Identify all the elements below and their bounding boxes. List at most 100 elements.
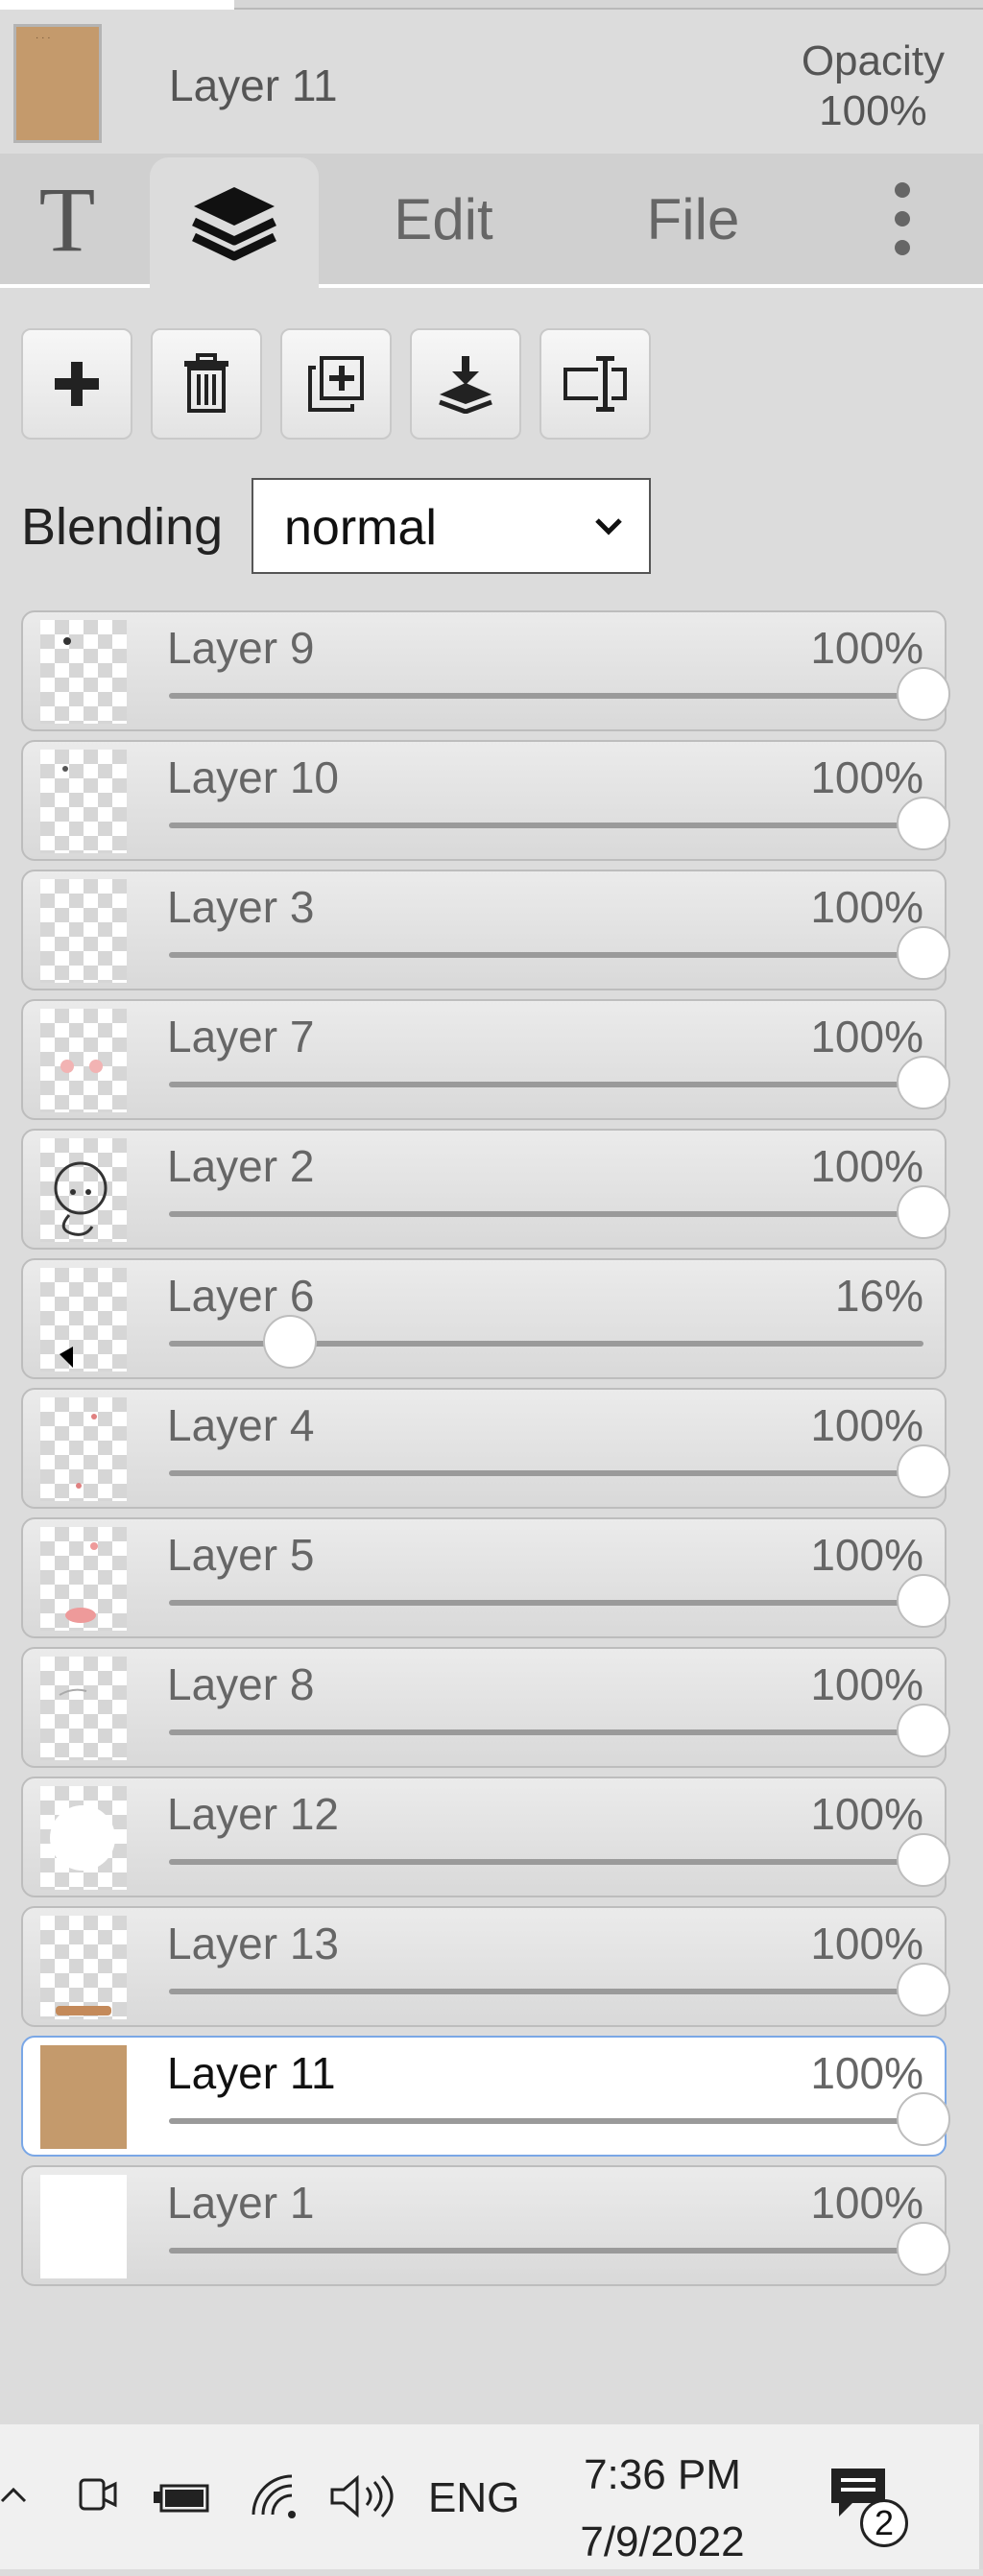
opacity-value: 100% [819, 87, 927, 134]
layer-opacity-slider[interactable] [169, 926, 950, 980]
slider-handle[interactable] [897, 1185, 950, 1239]
layer-thumbnail[interactable] [40, 620, 127, 724]
slider-handle[interactable] [897, 1574, 950, 1628]
text-tool-icon: T [38, 167, 96, 271]
add-layer-icon [55, 362, 99, 406]
layer-opacity-slider[interactable] [169, 1574, 950, 1628]
layer-name: Layer 6 [167, 1271, 315, 1321]
layer-thumbnail[interactable] [40, 1786, 127, 1890]
meet-now-icon[interactable] [75, 2470, 119, 2518]
show-desktop-edge[interactable] [979, 2424, 983, 2569]
layer-row[interactable]: Layer 1 100% [21, 2165, 950, 2286]
layer-thumbnail[interactable] [40, 879, 127, 983]
tab-file[interactable]: File [586, 154, 801, 284]
slider-handle[interactable] [897, 1963, 950, 2016]
volume-icon[interactable] [326, 2470, 394, 2522]
active-layer-opacity[interactable]: Opacity 100% [802, 36, 945, 136]
layer-thumbnail[interactable] [40, 2175, 127, 2278]
layer-opacity-slider[interactable] [169, 1315, 923, 1369]
layer-opacity-slider[interactable] [169, 1056, 950, 1109]
layer-row[interactable]: Layer 7 100% [21, 999, 950, 1120]
more-menu-button[interactable] [864, 154, 941, 284]
layer-row[interactable]: Layer 9 100% [21, 610, 950, 731]
wifi-icon[interactable] [248, 2470, 301, 2520]
layer-name: Layer 13 [167, 1919, 340, 1968]
layer-thumbnail[interactable] [40, 1138, 127, 1242]
layer-opacity-value: 100% [810, 1012, 923, 1061]
layer-name: Layer 9 [167, 623, 315, 673]
tab-layers[interactable] [150, 157, 319, 288]
layer-opacity-slider[interactable] [169, 1963, 950, 2016]
layer-name: Layer 1 [167, 2178, 315, 2228]
layer-name: Layer 12 [167, 1789, 340, 1839]
layer-opacity-slider[interactable] [169, 1833, 950, 1887]
rename-layer-button[interactable] [539, 328, 651, 440]
slider-handle[interactable] [897, 926, 950, 980]
layer-name: Layer 7 [167, 1012, 315, 1061]
layer-opacity-slider[interactable] [169, 667, 950, 721]
add-layer-button[interactable] [21, 328, 132, 440]
chevron-up-icon[interactable] [0, 2480, 29, 2509]
blending-select[interactable]: normal [252, 478, 651, 574]
layer-thumbnail[interactable] [40, 1268, 127, 1371]
layer-row[interactable]: Layer 4 100% [21, 1388, 950, 1509]
layer-opacity-slider[interactable] [169, 2092, 950, 2146]
layer-opacity-value: 100% [810, 2048, 923, 2098]
slider-handle[interactable] [897, 797, 950, 850]
layer-row[interactable]: Layer 10 100% [21, 740, 950, 861]
layer-opacity-slider[interactable] [169, 1444, 950, 1498]
layer-name: Layer 5 [167, 1530, 315, 1580]
layer-thumbnail[interactable] [40, 1009, 127, 1112]
opacity-label: Opacity [801, 37, 945, 84]
layer-thumbnail[interactable] [40, 1527, 127, 1631]
slider-handle[interactable] [262, 1315, 317, 1369]
blending-value: normal [284, 500, 437, 556]
layer-name: Layer 8 [167, 1659, 315, 1709]
tab-text[interactable]: T [0, 154, 134, 284]
slider-handle[interactable] [897, 667, 950, 721]
clock-time: 7:36 PM [584, 2451, 741, 2498]
battery-icon[interactable] [152, 2480, 213, 2515]
chevron-down-icon [595, 518, 622, 536]
layer-row[interactable]: Layer 13 100% [21, 1906, 950, 2027]
layer-opacity-slider[interactable] [169, 1185, 950, 1239]
slider-handle[interactable] [897, 1444, 950, 1498]
layer-opacity-value: 100% [810, 1141, 923, 1191]
layer-thumbnail[interactable] [40, 1657, 127, 1760]
active-layer-thumbnail[interactable]: · · · [13, 24, 102, 143]
layer-thumbnail[interactable] [40, 750, 127, 853]
layer-row[interactable]: Layer 6 16% [21, 1258, 947, 1379]
window-top-strip [0, 0, 983, 10]
delete-layer-button[interactable] [151, 328, 262, 440]
slider-handle[interactable] [897, 1704, 950, 1757]
slider-handle[interactable] [897, 2092, 950, 2146]
clock[interactable]: 7:36 PM 7/9/2022 [557, 2442, 768, 2576]
input-language[interactable]: ENG [428, 2474, 519, 2522]
layer-row[interactable]: Layer 5 100% [21, 1517, 950, 1638]
tab-edit[interactable]: Edit [355, 154, 532, 284]
layer-row-selected[interactable]: Layer 11 100% [21, 2036, 950, 2157]
slider-handle[interactable] [897, 2222, 950, 2276]
slider-handle[interactable] [897, 1833, 950, 1887]
merge-down-button[interactable] [410, 328, 521, 440]
layer-opacity-slider[interactable] [169, 1704, 950, 1757]
layer-row[interactable]: Layer 12 100% [21, 1777, 950, 1897]
layer-opacity-value: 100% [810, 1789, 923, 1839]
duplicate-layer-button[interactable] [280, 328, 392, 440]
layer-row[interactable]: Layer 2 100% [21, 1129, 950, 1250]
layer-row[interactable]: Layer 3 100% [21, 870, 950, 990]
more-vertical-icon [895, 182, 910, 255]
layer-opacity-value: 100% [810, 882, 923, 932]
active-layer-name: Layer 11 [169, 60, 338, 110]
panel-tabs: T Edit File [0, 154, 983, 288]
layer-thumbnail[interactable] [40, 1397, 127, 1501]
merge-down-icon [439, 356, 492, 414]
layer-name: Layer 10 [167, 752, 340, 802]
layer-opacity-slider[interactable] [169, 797, 950, 850]
layer-opacity-slider[interactable] [169, 2222, 950, 2276]
layer-thumbnail[interactable] [40, 1916, 127, 2019]
window-top-highlight [0, 0, 234, 10]
layer-thumbnail[interactable] [40, 2045, 127, 2149]
slider-handle[interactable] [897, 1056, 950, 1109]
layer-row[interactable]: Layer 8 100% [21, 1647, 950, 1768]
